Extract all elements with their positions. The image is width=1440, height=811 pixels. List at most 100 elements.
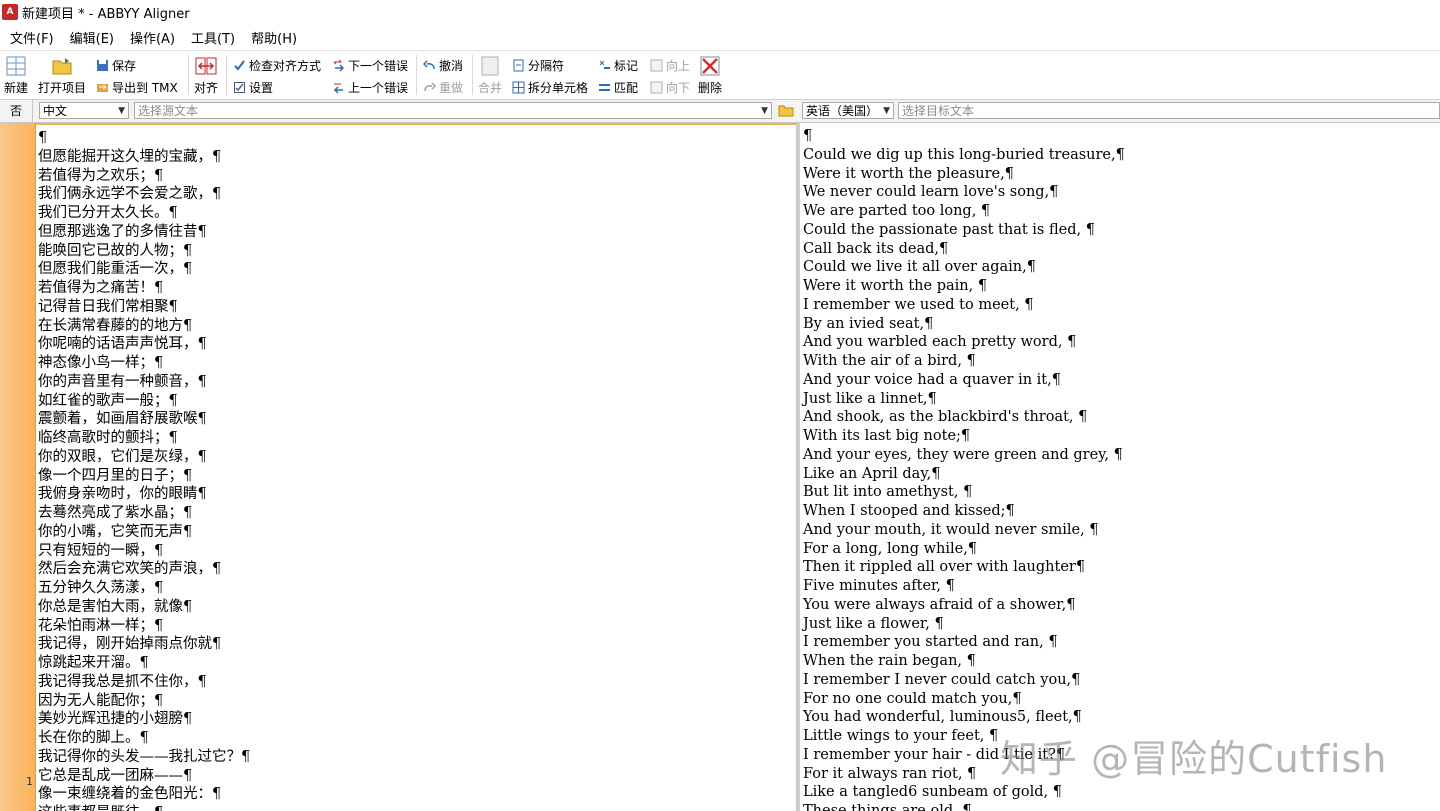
target-line[interactable]: We are parted too long, ¶ — [803, 202, 1125, 221]
target-language-select[interactable]: 英语（美国） ▼ — [802, 102, 894, 119]
source-line[interactable]: 我们已分开太久长。¶ — [38, 204, 250, 223]
source-line[interactable]: 去蓦然亮成了紫水晶；¶ — [38, 504, 250, 523]
target-line[interactable]: And shook, as the blackbird's throat, ¶ — [803, 408, 1125, 427]
target-line[interactable]: Could we dig up this long-buried treasur… — [803, 146, 1125, 165]
source-line[interactable]: 惊跳起来开溜。¶ — [38, 654, 250, 673]
target-line[interactable]: Then it rippled all over with laughter¶ — [803, 558, 1125, 577]
target-line[interactable]: And your voice had a quaver in it,¶ — [803, 371, 1125, 390]
target-line[interactable]: By an ivied seat,¶ — [803, 315, 1125, 334]
target-line[interactable]: For a long, long while,¶ — [803, 540, 1125, 559]
target-line[interactable]: When I stooped and kissed;¶ — [803, 502, 1125, 521]
new-button[interactable]: 新建 — [4, 55, 28, 96]
source-line[interactable]: 它总是乱成一团麻——¶ — [38, 767, 250, 786]
target-line[interactable]: But lit into amethyst, ¶ — [803, 483, 1125, 502]
source-line[interactable]: 我记得我总是抓不住你，¶ — [38, 673, 250, 692]
source-line[interactable]: 我们俩永远学不会爱之歌，¶ — [38, 185, 250, 204]
target-line[interactable]: I remember you started and ran, ¶ — [803, 633, 1125, 652]
prev-error-button[interactable]: 上一个错误 — [332, 79, 408, 96]
source-line[interactable]: 这些事都是既往。¶ — [38, 804, 250, 811]
target-line[interactable]: ¶ — [803, 127, 1125, 146]
source-line[interactable]: 记得昔日我们常相聚¶ — [38, 298, 250, 317]
source-line[interactable]: ¶ — [38, 129, 250, 148]
target-line[interactable]: We never could learn love's song,¶ — [803, 183, 1125, 202]
target-line[interactable]: And you warbled each pretty word, ¶ — [803, 333, 1125, 352]
source-line[interactable]: 你的小嘴，它笑而无声¶ — [38, 523, 250, 542]
target-line[interactable]: For no one could match you,¶ — [803, 690, 1125, 709]
source-language-select[interactable]: 中文 ▼ — [39, 102, 129, 119]
source-line[interactable]: 然后会充满它欢笑的声浪，¶ — [38, 560, 250, 579]
match-button[interactable]: 匹配 — [598, 79, 638, 96]
save-button[interactable]: 保存 — [96, 57, 136, 74]
source-line[interactable]: 像一个四月里的日子；¶ — [38, 467, 250, 486]
source-line[interactable]: 但愿能掘开这久埋的宝藏，¶ — [38, 148, 250, 167]
menu-edit[interactable]: 编辑(E) — [60, 28, 120, 47]
source-line[interactable]: 如红雀的歌声一般；¶ — [38, 392, 250, 411]
target-line[interactable]: Just like a flower, ¶ — [803, 615, 1125, 634]
target-line[interactable]: Like a tangled6 sunbeam of gold, ¶ — [803, 783, 1125, 802]
settings-button[interactable]: 设置 — [233, 79, 273, 96]
target-line[interactable]: I remember we used to meet, ¶ — [803, 296, 1125, 315]
open-folder-icon[interactable] — [778, 104, 794, 117]
source-line[interactable]: 你呢喃的话语声声悦耳，¶ — [38, 335, 250, 354]
source-line[interactable]: 我记得你的头发——我扎过它？¶ — [38, 748, 250, 767]
source-line[interactable]: 美妙光辉迅捷的小翅膀¶ — [38, 710, 250, 729]
source-line[interactable]: 我俯身亲吻时，你的眼睛¶ — [38, 485, 250, 504]
source-line[interactable]: 震颤着，如画眉舒展歌喉¶ — [38, 410, 250, 429]
target-line[interactable]: Call back its dead,¶ — [803, 240, 1125, 259]
menu-help[interactable]: 帮助(H) — [241, 28, 303, 47]
mark-button[interactable]: 标记 — [598, 57, 638, 74]
source-line[interactable]: 我记得，刚开始掉雨点你就¶ — [38, 635, 250, 654]
target-line[interactable]: Just like a linnet,¶ — [803, 390, 1125, 409]
separator-button[interactable]: 分隔符 — [512, 57, 564, 74]
open-project-button[interactable]: 打开项目 — [38, 55, 86, 96]
move-up-button[interactable]: 向上 — [650, 57, 690, 74]
next-error-button[interactable]: 下一个错误 — [332, 57, 408, 74]
source-line[interactable]: 临终高歌时的颤抖；¶ — [38, 429, 250, 448]
target-line[interactable]: When the rain began, ¶ — [803, 652, 1125, 671]
source-line[interactable]: 你的声音里有一种颤音，¶ — [38, 373, 250, 392]
menu-tools[interactable]: 工具(T) — [181, 28, 241, 47]
move-down-button[interactable]: 向下 — [650, 79, 690, 96]
source-line[interactable]: 像一束缠绕着的金色阳光：¶ — [38, 785, 250, 804]
target-text-pane[interactable]: ¶ Could we dig up this long-buried treasu… — [798, 123, 1440, 811]
target-line[interactable]: Were it worth the pain, ¶ — [803, 277, 1125, 296]
target-line[interactable]: I remember I never could catch you,¶ — [803, 671, 1125, 690]
source-line[interactable]: 只有短短的一瞬，¶ — [38, 542, 250, 561]
source-line[interactable]: 能唤回它已故的人物；¶ — [38, 242, 250, 261]
source-text-select[interactable]: 选择源文本 ▼ — [134, 102, 772, 119]
redo-button[interactable]: 重做 — [423, 79, 463, 96]
align-button[interactable]: 对齐 — [194, 55, 218, 96]
source-line[interactable]: 五分钟久久荡漾，¶ — [38, 579, 250, 598]
check-alignment-button[interactable]: 检查对齐方式 — [233, 57, 321, 74]
target-line[interactable]: Like an April day,¶ — [803, 465, 1125, 484]
target-line[interactable]: You were always afraid of a shower,¶ — [803, 596, 1125, 615]
source-text-pane[interactable]: ¶ 但愿能掘开这久埋的宝藏，¶ 若值得为之欢乐；¶ 我们俩永远学不会爱之歌，¶ 我们已分… — [36, 123, 796, 811]
target-line[interactable]: With the air of a bird, ¶ — [803, 352, 1125, 371]
row-gutter[interactable] — [0, 123, 36, 811]
export-tmx-button[interactable]: 导出到 TMX — [96, 79, 178, 96]
undo-button[interactable]: 撤消 — [423, 57, 463, 74]
menu-file[interactable]: 文件(F) — [0, 28, 60, 47]
source-line[interactable]: 你的双眼，它们是灰绿，¶ — [38, 448, 250, 467]
source-line[interactable]: 你总是害怕大雨，就像¶ — [38, 598, 250, 617]
target-line[interactable]: And your eyes, they were green and grey,… — [803, 446, 1125, 465]
source-line[interactable]: 但愿那逃逸了的多情往昔¶ — [38, 223, 250, 242]
menu-action[interactable]: 操作(A) — [120, 28, 181, 47]
source-line[interactable]: 但愿我们能重活一次，¶ — [38, 260, 250, 279]
target-text-select[interactable]: 选择目标文本 — [898, 102, 1440, 119]
target-line[interactable]: Were it worth the pleasure,¶ — [803, 165, 1125, 184]
source-line[interactable]: 因为无人能配你；¶ — [38, 692, 250, 711]
target-line[interactable]: With its last big note;¶ — [803, 427, 1125, 446]
split-cells-button[interactable]: 拆分单元格 — [512, 79, 588, 96]
merge-button[interactable]: 合并 — [478, 55, 502, 96]
target-line[interactable]: And your mouth, it would never smile, ¶ — [803, 521, 1125, 540]
target-line[interactable]: You had wonderful, luminous5, fleet,¶ — [803, 708, 1125, 727]
source-line[interactable]: 在长满常春藤的的地方¶ — [38, 317, 250, 336]
source-line[interactable]: 若值得为之痛苦！¶ — [38, 279, 250, 298]
source-line[interactable]: 若值得为之欢乐；¶ — [38, 167, 250, 186]
source-line[interactable]: 长在你的脚上。¶ — [38, 729, 250, 748]
delete-button[interactable]: 删除 — [698, 55, 722, 96]
target-line[interactable]: These things are old, ¶ — [803, 802, 1125, 811]
source-line[interactable]: 花朵怕雨淋一样；¶ — [38, 617, 250, 636]
source-line[interactable]: 神态像小鸟一样；¶ — [38, 354, 250, 373]
